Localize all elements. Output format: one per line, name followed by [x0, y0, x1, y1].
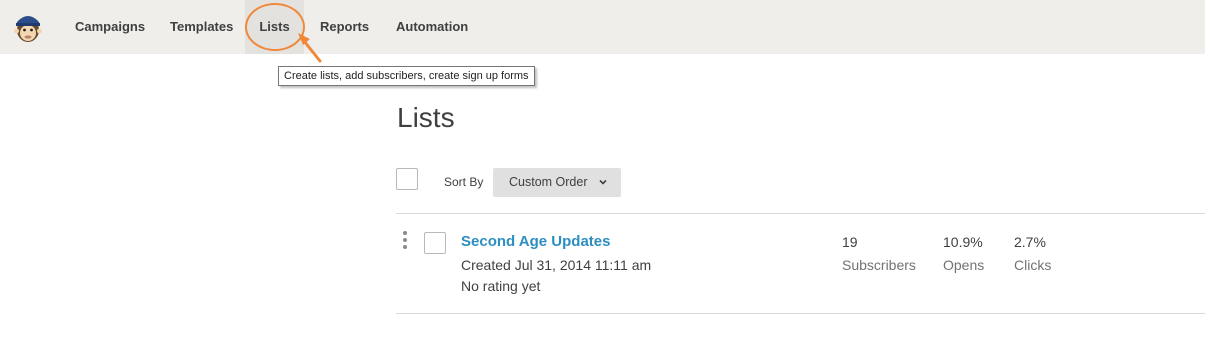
stat-clicks: 2.7% Clicks — [1014, 233, 1051, 274]
stat-clicks-label: Clicks — [1014, 257, 1052, 273]
select-all-checkbox[interactable] — [396, 168, 418, 190]
stat-clicks-value: 2.7% — [1014, 234, 1046, 250]
stat-opens-value: 10.9% — [943, 234, 983, 250]
list-row-checkbox[interactable] — [424, 232, 446, 254]
sort-order-dropdown[interactable]: Custom Order — [493, 168, 621, 197]
list-rating: No rating yet — [461, 278, 541, 294]
stat-subscribers-label: Subscribers — [842, 257, 916, 273]
list-divider-top — [396, 213, 1205, 214]
list-divider-bottom — [396, 313, 1205, 314]
nav-item-lists[interactable]: Lists — [245, 0, 304, 54]
nav-item-reports[interactable]: Reports — [304, 0, 385, 54]
list-created-date: Created Jul 31, 2014 11:11 am — [461, 257, 652, 273]
page-title: Lists — [397, 102, 455, 133]
stat-subscribers: 19 Subscribers — [842, 233, 916, 274]
top-navigation-bar: Campaigns Templates Lists Reports Automa… — [0, 0, 1205, 54]
nav-item-automation[interactable]: Automation — [380, 0, 484, 54]
stat-opens-label: Opens — [943, 257, 985, 273]
chevron-down-icon — [599, 179, 607, 185]
nav-item-templates[interactable]: Templates — [154, 0, 249, 54]
stat-opens: 10.9% Opens — [943, 233, 984, 274]
drag-handle-icon[interactable] — [403, 231, 407, 249]
nav-tooltip: Create lists, add subscribers, create si… — [278, 66, 535, 86]
mailchimp-monkey-icon[interactable] — [14, 12, 42, 44]
sort-order-value: Custom Order — [509, 175, 588, 189]
stat-subscribers-value: 19 — [842, 234, 858, 250]
nav-item-campaigns[interactable]: Campaigns — [59, 0, 161, 54]
list-name-link[interactable]: Second Age Updates — [461, 233, 610, 250]
sort-by-label: Sort By — [444, 175, 484, 189]
